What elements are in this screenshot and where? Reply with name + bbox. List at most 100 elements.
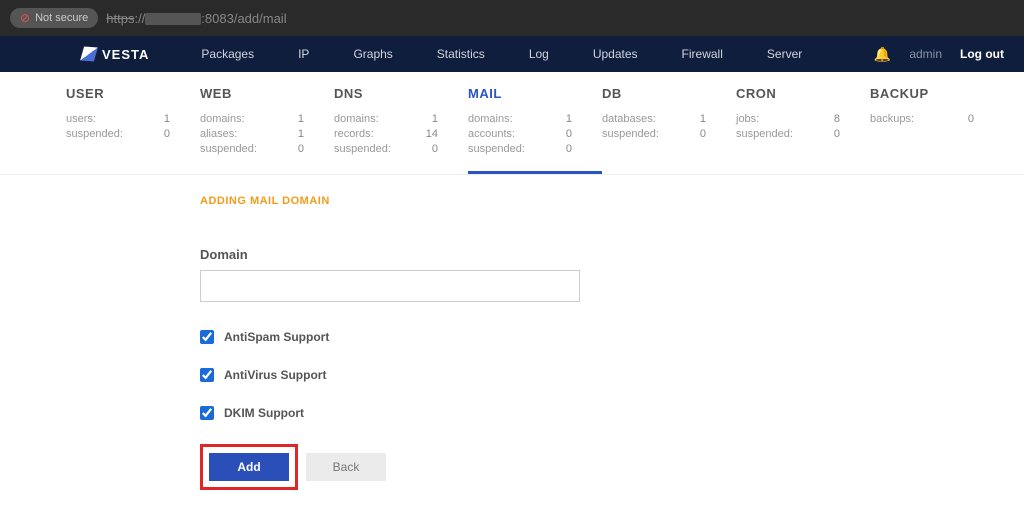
form-area: ADDING MAIL DOMAIN Domain AntiSpam Suppo… [0,175,1024,520]
tab-db[interactable]: DB databases:1 suspended: 0 [602,72,736,174]
tab-stats: domains: 1 aliases: 1 suspended: 0 [200,113,334,155]
stat-key: accounts: [468,128,515,140]
stat-key: backups: [870,113,914,125]
section-title: ADDING MAIL DOMAIN [200,195,1024,207]
warning-icon: ⊘ [20,12,30,24]
stat-row: suspended: 0 [468,143,572,155]
checkbox-label: DKIM Support [224,406,304,420]
stat-value: 8 [834,113,840,125]
stat-value: 0 [566,143,572,155]
stat-row: users: 1 [66,113,170,125]
tab-dns[interactable]: DNSdomains:1records:14suspended:0 [334,72,468,174]
stat-value: 0 [432,143,438,155]
stat-value: 1 [432,113,438,125]
stat-value: 0 [968,113,974,125]
button-row: Add Back [200,444,1024,490]
tab-stats: backups: 0 [870,113,1004,125]
tab-title: BACKUP [870,86,1004,101]
tab-user[interactable]: USER users: 1 suspended: 0 [66,72,200,174]
nav-right: 🔔 admin Log out [874,46,1024,63]
checkbox-row: AntiSpam Support [200,330,1024,344]
user-link[interactable]: admin [909,47,942,61]
stat-value: 1 [298,128,304,140]
security-badge[interactable]: ⊘ Not secure [10,8,98,28]
stat-row: suspended: 0 [200,143,304,155]
tab-title: DB [602,86,736,101]
stat-value: 1 [566,113,572,125]
tab-stats: databases:1 suspended: 0 [602,113,736,140]
nav-item-graphs[interactable]: Graphs [331,47,414,61]
nav-item-statistics[interactable]: Statistics [415,47,507,61]
nav-item-server[interactable]: Server [745,47,824,61]
tab-mail[interactable]: MAIL domains: 1 accounts: 0 suspended: 0 [468,72,602,174]
stat-key: aliases: [200,128,237,140]
stat-key: suspended: [736,128,793,140]
tab-title: CRON [736,86,870,101]
stat-key: suspended: [602,128,659,140]
tab-cron[interactable]: CRON jobs: 8 suspended: 0 [736,72,870,174]
highlight-box: Add [200,444,298,490]
stat-key: suspended: [66,128,123,140]
nav-item-firewall[interactable]: Firewall [660,47,745,61]
stat-row: accounts: 0 [468,128,572,140]
stat-row: databases:1 [602,113,706,125]
checkbox-antispam-support[interactable] [200,330,214,344]
tab-title: MAIL [468,86,602,101]
stat-value: 0 [834,128,840,140]
browser-chrome: ⊘ Not secure https://:8083/add/mail [0,0,1024,36]
domain-label: Domain [200,247,1024,262]
nav-item-packages[interactable]: Packages [179,47,276,61]
stat-row: domains: 1 [200,113,304,125]
checkbox-row: DKIM Support [200,406,1024,420]
checkbox-dkim-support[interactable] [200,406,214,420]
tab-web[interactable]: WEB domains: 1 aliases: 1 suspended: 0 [200,72,334,174]
stat-key: suspended: [200,143,257,155]
checkbox-antivirus-support[interactable] [200,368,214,382]
brand-icon [80,47,98,62]
stat-key: domains: [200,113,245,125]
tab-title: DNS [334,86,468,101]
tab-stats: domains: 1 accounts: 0 suspended: 0 [468,113,602,155]
stat-row: suspended: 0 [602,128,706,140]
nav-item-updates[interactable]: Updates [571,47,660,61]
stat-key: users: [66,113,96,125]
stat-value: 0 [566,128,572,140]
back-button[interactable]: Back [306,453,386,481]
security-label: Not secure [35,12,88,24]
checkbox-label: AntiSpam Support [224,330,329,344]
stat-key: records: [334,128,374,140]
tab-backup[interactable]: BACKUP backups: 0 [870,72,1004,174]
url-host-hidden [145,13,201,25]
tab-stats: jobs: 8 suspended: 0 [736,113,870,140]
stat-key: jobs: [736,113,759,125]
tab-title: USER [66,86,200,101]
nav-item-ip[interactable]: IP [276,47,331,61]
stat-row: domains: 1 [468,113,572,125]
top-nav: VESTA PackagesIPGraphsStatisticsLogUpdat… [0,36,1024,72]
nav-links: PackagesIPGraphsStatisticsLogUpdatesFire… [179,47,874,61]
stat-row: records:14 [334,128,438,140]
stat-row: aliases: 1 [200,128,304,140]
tab-stats: users: 1 suspended: 0 [66,113,200,140]
logout-link[interactable]: Log out [960,47,1004,61]
tab-stats: domains:1records:14suspended:0 [334,113,468,155]
checkbox-label: AntiVirus Support [224,368,326,382]
stat-value: 0 [298,143,304,155]
add-button[interactable]: Add [209,453,289,481]
stat-key: domains: [468,113,513,125]
stat-value: 1 [298,113,304,125]
checkbox-row: AntiVirus Support [200,368,1024,382]
stat-value: 1 [164,113,170,125]
stat-value: 1 [700,113,706,125]
stat-value: 0 [700,128,706,140]
address-bar[interactable]: https://:8083/add/mail [106,11,286,26]
domain-input[interactable] [200,270,580,302]
stat-key: domains: [334,113,379,125]
stat-row: backups: 0 [870,113,974,125]
brand[interactable]: VESTA [82,47,149,62]
nav-item-log[interactable]: Log [507,47,571,61]
stat-key: suspended: [468,143,525,155]
bell-icon[interactable]: 🔔 [874,46,891,63]
tab-title: WEB [200,86,334,101]
stat-value: 0 [164,128,170,140]
